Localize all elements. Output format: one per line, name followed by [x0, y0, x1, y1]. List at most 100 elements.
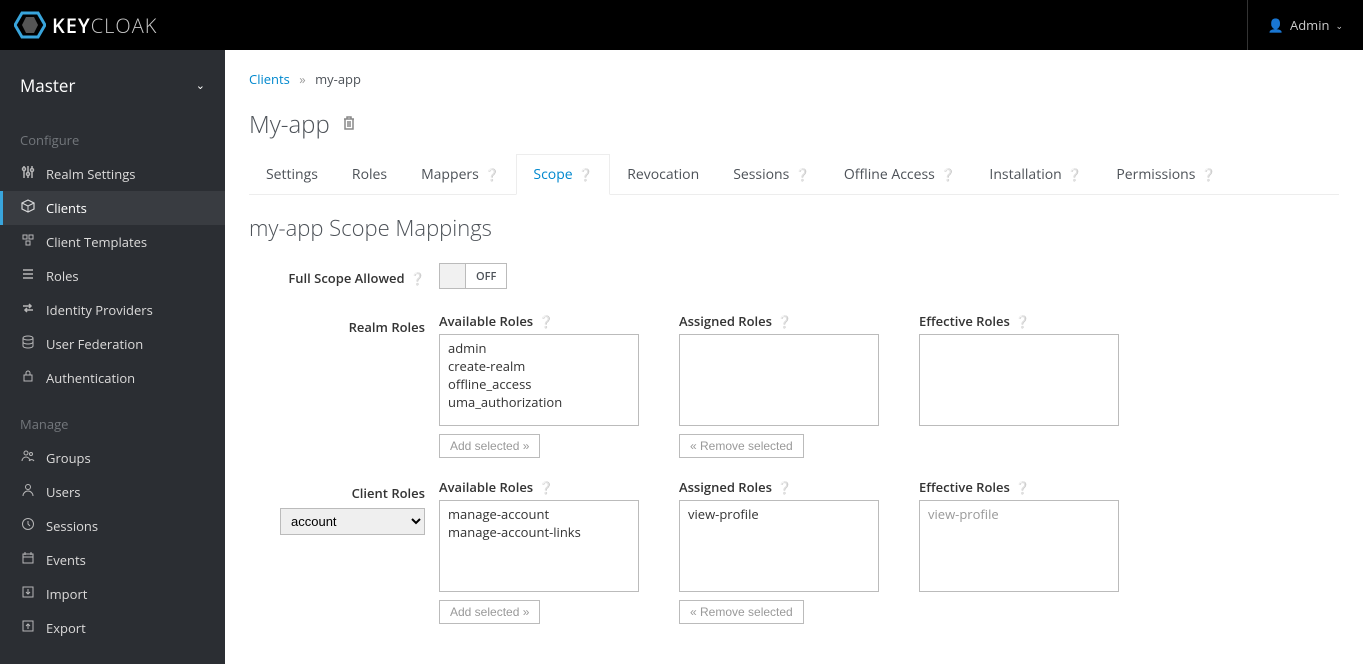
tab-sessions[interactable]: Sessions ❔ — [716, 154, 827, 195]
help-icon[interactable]: ❔ — [484, 166, 499, 183]
user-label: Admin — [1290, 16, 1329, 34]
sidebar-item-authentication[interactable]: Authentication — [0, 361, 225, 395]
tabs: Settings Roles Mappers ❔ Scope ❔ Revocat… — [249, 153, 1339, 195]
sidebar-item-label: Client Templates — [46, 233, 147, 251]
help-icon[interactable]: ❔ — [777, 313, 792, 330]
sidebar-item-label: Realm Settings — [46, 165, 135, 183]
users-icon — [20, 449, 36, 467]
help-icon[interactable]: ❔ — [539, 479, 554, 496]
realm-roles-label: Realm Roles — [349, 318, 425, 336]
calendar-icon — [20, 551, 36, 569]
client-available-col: Available Roles ❔ manage-accountmanage-a… — [439, 478, 639, 624]
page-title-text: My-app — [249, 108, 330, 141]
sidebar-item-export[interactable]: Export — [0, 611, 225, 645]
sidebar-item-groups[interactable]: Groups — [0, 441, 225, 475]
sidebar-item-identity-providers[interactable]: Identity Providers — [0, 293, 225, 327]
tab-label: Permissions — [1116, 165, 1195, 184]
breadcrumb: Clients » my-app — [249, 70, 1339, 88]
sidebar-item-label: Roles — [46, 267, 79, 285]
help-icon[interactable]: ❔ — [940, 166, 955, 183]
sidebar-item-user-federation[interactable]: User Federation — [0, 327, 225, 361]
sidebar: Master ⌄ Configure Realm Settings Client… — [0, 50, 225, 664]
client-assigned-listbox[interactable]: view-profile — [679, 500, 879, 592]
help-icon[interactable]: ❔ — [1067, 166, 1082, 183]
user-icon — [20, 483, 36, 501]
lock-icon — [20, 369, 36, 387]
tab-offline-access[interactable]: Offline Access ❔ — [827, 154, 973, 195]
tab-settings[interactable]: Settings — [249, 154, 335, 195]
tab-label: Offline Access — [844, 165, 935, 184]
trash-icon[interactable] — [342, 114, 356, 136]
help-icon[interactable]: ❔ — [795, 166, 810, 183]
cube-icon — [20, 199, 36, 217]
chevron-down-icon: ⌄ — [1335, 19, 1343, 32]
sidebar-item-label: Events — [46, 551, 86, 569]
sidebar-item-label: Users — [46, 483, 80, 501]
topbar: KEYCLOAK 👤 Admin ⌄ — [0, 0, 1363, 50]
effective-roles-label: Effective Roles — [919, 478, 1010, 496]
add-selected-button[interactable]: Add selected » — [439, 600, 540, 624]
client-available-listbox[interactable]: manage-accountmanage-account-links — [439, 500, 639, 592]
add-selected-button[interactable]: Add selected » — [439, 434, 540, 458]
help-icon[interactable]: ❔ — [1015, 479, 1030, 496]
breadcrumb-parent[interactable]: Clients — [249, 70, 290, 88]
manage-heading: Manage — [0, 395, 225, 441]
configure-heading: Configure — [0, 111, 225, 157]
tab-label: Settings — [266, 165, 318, 184]
chevron-down-icon: ⌄ — [196, 78, 205, 93]
help-icon[interactable]: ❔ — [1015, 313, 1030, 330]
tab-permissions[interactable]: Permissions ❔ — [1099, 154, 1233, 195]
client-roles-row: Client Roles account Available Roles ❔ m… — [249, 478, 1339, 624]
switch-value: OFF — [466, 264, 506, 288]
realm-assigned-col: Assigned Roles ❔ « Remove selected — [679, 312, 879, 458]
breadcrumb-current: my-app — [315, 70, 361, 88]
section-title: my-app Scope Mappings — [249, 213, 1339, 243]
remove-selected-button[interactable]: « Remove selected — [679, 600, 804, 624]
tab-installation[interactable]: Installation ❔ — [972, 154, 1099, 195]
help-icon[interactable]: ❔ — [1201, 166, 1216, 183]
help-icon[interactable]: ❔ — [578, 166, 593, 183]
tab-revocation[interactable]: Revocation — [610, 154, 716, 195]
brand-logo[interactable]: KEYCLOAK — [14, 11, 157, 39]
sidebar-item-users[interactable]: Users — [0, 475, 225, 509]
help-icon[interactable]: ❔ — [410, 270, 425, 287]
client-effective-col: Effective Roles ❔ view-profile — [919, 478, 1119, 624]
help-icon[interactable]: ❔ — [777, 479, 792, 496]
sidebar-item-label: Clients — [46, 199, 87, 217]
tab-mappers[interactable]: Mappers ❔ — [404, 154, 516, 195]
full-scope-row: Full Scope Allowed ❔ OFF — [249, 263, 1339, 292]
tab-roles[interactable]: Roles — [335, 154, 404, 195]
sidebar-item-sessions[interactable]: Sessions — [0, 509, 225, 543]
sidebar-item-label: Export — [46, 619, 86, 637]
sidebar-item-client-templates[interactable]: Client Templates — [0, 225, 225, 259]
sidebar-item-import[interactable]: Import — [0, 577, 225, 611]
switch-handle — [440, 264, 466, 288]
sidebar-item-clients[interactable]: Clients — [0, 191, 225, 225]
client-assigned-col: Assigned Roles ❔ view-profile « Remove s… — [679, 478, 879, 624]
realm-effective-col: Effective Roles ❔ — [919, 312, 1119, 458]
sidebar-item-events[interactable]: Events — [0, 543, 225, 577]
realm-effective-listbox — [919, 334, 1119, 426]
realm-available-col: Available Roles ❔ admincreate-realmoffli… — [439, 312, 639, 458]
client-roles-label: Client Roles — [352, 484, 425, 502]
main-content: Clients » my-app My-app Settings Roles M… — [225, 50, 1363, 664]
exchange-icon — [20, 301, 36, 319]
realm-available-listbox[interactable]: admincreate-realmoffline_accessuma_autho… — [439, 334, 639, 426]
tab-scope[interactable]: Scope ❔ — [516, 154, 610, 195]
sidebar-item-roles[interactable]: Roles — [0, 259, 225, 293]
page-title: My-app — [249, 108, 1339, 141]
client-select[interactable]: account — [280, 508, 425, 535]
tab-label: Mappers — [421, 165, 479, 184]
sidebar-item-realm-settings[interactable]: Realm Settings — [0, 157, 225, 191]
available-roles-label: Available Roles — [439, 478, 533, 496]
full-scope-toggle[interactable]: OFF — [439, 263, 507, 289]
realm-assigned-listbox[interactable] — [679, 334, 879, 426]
user-menu[interactable]: 👤 Admin ⌄ — [1247, 0, 1343, 50]
help-icon[interactable]: ❔ — [539, 313, 554, 330]
realm-selector[interactable]: Master ⌄ — [0, 60, 225, 111]
realm-roles-row: Realm Roles Available Roles ❔ admincreat… — [249, 312, 1339, 458]
export-icon — [20, 619, 36, 637]
tab-label: Revocation — [627, 165, 699, 184]
available-roles-label: Available Roles — [439, 312, 533, 330]
remove-selected-button[interactable]: « Remove selected — [679, 434, 804, 458]
